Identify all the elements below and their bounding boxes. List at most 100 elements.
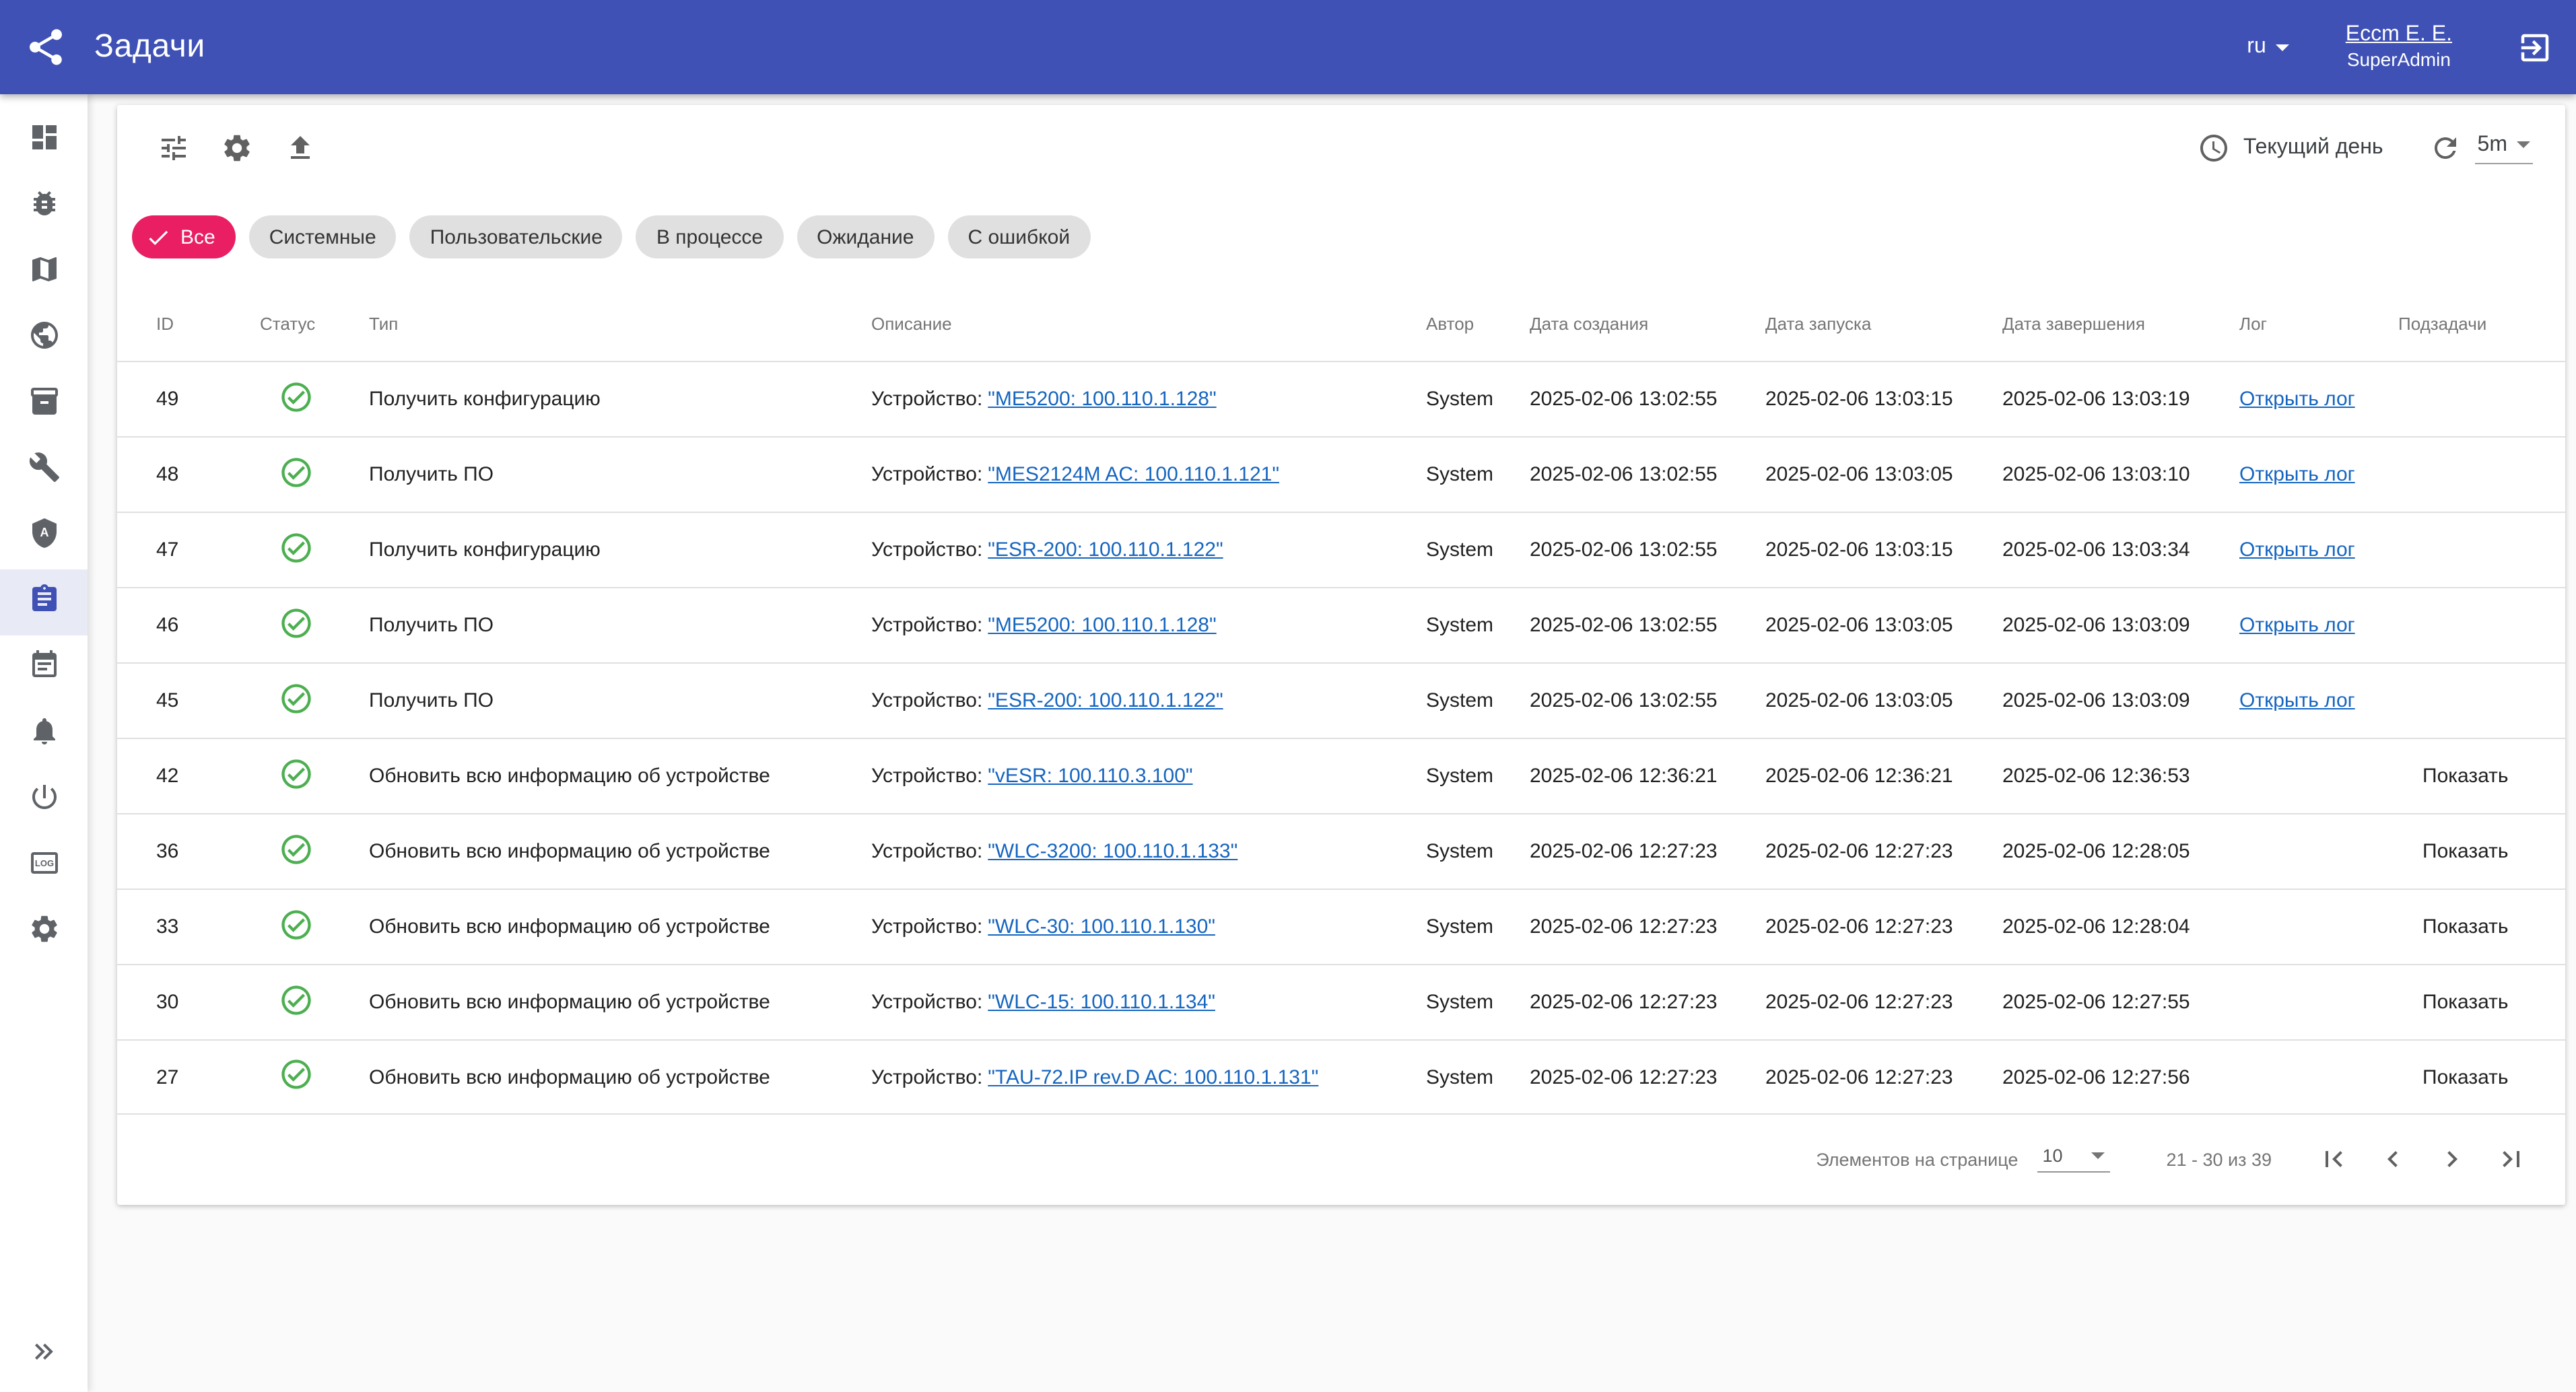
calendar-icon [28, 649, 60, 688]
show-subtasks-button[interactable]: Показать [2422, 915, 2509, 938]
show-subtasks-button[interactable]: Показать [2422, 1066, 2509, 1088]
logout-button[interactable] [2511, 24, 2557, 70]
sidebar-item-map[interactable] [0, 240, 88, 306]
task-started: 2025-02-06 13:03:05 [1765, 689, 2002, 712]
task-id: 36 [156, 840, 260, 863]
filter-chip-error[interactable]: С ошибкой [948, 215, 1091, 258]
show-subtasks-button[interactable]: Показать [2422, 991, 2509, 1014]
task-created: 2025-02-06 13:02:55 [1530, 388, 1765, 411]
task-finished: 2025-02-06 13:03:34 [2002, 538, 2239, 561]
task-started: 2025-02-06 13:03:05 [1765, 614, 2002, 637]
table-row: 48Получить ПОУстройство:"MES2124M AC: 10… [117, 436, 2565, 512]
sidebar-expand-button[interactable] [0, 1318, 88, 1384]
task-author: System [1426, 765, 1530, 788]
task-log: Открыть лог [2239, 463, 2398, 486]
task-subtasks: Показать [2398, 1066, 2525, 1088]
sidebar-item-incidents[interactable] [0, 174, 88, 240]
filter-chip-in-progress[interactable]: В процессе [636, 215, 783, 258]
table-body: 49Получить конфигурациюУстройство:"ME520… [117, 361, 2565, 1115]
sidebar-item-inventory[interactable] [0, 372, 88, 438]
task-started: 2025-02-06 12:27:23 [1765, 915, 2002, 938]
sidebar-item-notifications[interactable] [0, 701, 88, 767]
column-header: Описание [871, 313, 1426, 333]
task-description: Устройство:"vESR: 100.110.3.100" [871, 765, 1426, 788]
task-started: 2025-02-06 12:27:23 [1765, 991, 2002, 1014]
sidebar-item-scheduled-tasks[interactable] [0, 635, 88, 701]
open-log-link[interactable]: Открыть лог [2239, 689, 2355, 712]
sidebar-item-firmware[interactable]: A [0, 503, 88, 569]
device-link[interactable]: "TAU-72.IP rev.D AC: 100.110.1.131" [988, 1066, 1318, 1088]
device-link[interactable]: "vESR: 100.110.3.100" [988, 765, 1192, 788]
task-id: 45 [156, 689, 260, 712]
task-finished: 2025-02-06 12:27:56 [2002, 1066, 2239, 1088]
open-log-link[interactable]: Открыть лог [2239, 614, 2355, 637]
device-link[interactable]: "WLC-3200: 100.110.1.133" [988, 840, 1238, 863]
device-link[interactable]: "ME5200: 100.110.1.128" [988, 388, 1216, 411]
sidebar-item-tasks[interactable] [0, 569, 88, 635]
task-id: 33 [156, 915, 260, 938]
task-finished: 2025-02-06 13:03:09 [2002, 689, 2239, 712]
period-selector[interactable]: Текущий день [2243, 136, 2383, 160]
items-per-page-select[interactable]: 10 [2037, 1146, 2109, 1173]
filter-settings-button[interactable] [158, 132, 190, 164]
task-started: 2025-02-06 12:36:21 [1765, 765, 2002, 788]
task-id: 48 [156, 463, 260, 486]
upload-button[interactable] [284, 132, 316, 164]
description-prefix: Устройство: [871, 614, 982, 637]
refresh-button[interactable] [2429, 132, 2462, 164]
task-log: Открыть лог [2239, 388, 2398, 411]
column-header: Дата завершения [2002, 313, 2239, 333]
task-status [260, 1057, 369, 1097]
task-created: 2025-02-06 13:02:55 [1530, 463, 1765, 486]
previous-page-button[interactable] [2369, 1135, 2417, 1183]
success-status-icon [279, 681, 314, 716]
refresh-interval-value: 5m [2478, 133, 2507, 157]
sidebar-item-tools[interactable] [0, 438, 88, 503]
sidebar-item-power[interactable] [0, 767, 88, 833]
task-type: Получить ПО [369, 689, 871, 712]
filter-chip-all[interactable]: Все [132, 215, 236, 258]
language-selector[interactable]: ru [2247, 35, 2289, 59]
device-link[interactable]: "ESR-200: 100.110.1.122" [988, 538, 1223, 561]
table-settings-button[interactable] [221, 132, 253, 164]
show-subtasks-button[interactable]: Показать [2422, 765, 2509, 788]
task-description: Устройство: "ME5200: 100.110.1.128" [871, 614, 1426, 637]
sidebar: A LOG [0, 94, 88, 1392]
task-type: Обновить всю информацию об устройстве [369, 765, 871, 788]
next-page-button[interactable] [2428, 1135, 2476, 1183]
column-header: Лог [2239, 313, 2398, 333]
sidebar-item-network[interactable] [0, 306, 88, 372]
open-log-link[interactable]: Открыть лог [2239, 388, 2355, 411]
user-menu[interactable]: Eccm E. E. SuperAdmin [2346, 22, 2452, 73]
success-status-icon [279, 831, 314, 866]
device-link[interactable]: "WLC-15: 100.110.1.134" [988, 991, 1215, 1014]
task-status [260, 982, 369, 1022]
sidebar-item-settings[interactable] [0, 899, 88, 965]
open-log-link[interactable]: Открыть лог [2239, 463, 2355, 486]
device-link[interactable]: "WLC-30: 100.110.1.130" [988, 915, 1215, 938]
device-link[interactable]: "MES2124M AC: 100.110.1.121" [988, 463, 1279, 486]
table-row: 27Обновить всю информацию об устройствеУ… [117, 1039, 2565, 1115]
filter-chip-system[interactable]: Системные [249, 215, 397, 258]
filter-chip-label: Все [180, 225, 215, 248]
sidebar-item-log[interactable]: LOG [0, 833, 88, 899]
refresh-interval-select[interactable]: 5m [2475, 133, 2533, 164]
show-subtasks-button[interactable]: Показать [2422, 840, 2509, 863]
last-page-button[interactable] [2487, 1135, 2536, 1183]
open-log-link[interactable]: Открыть лог [2239, 538, 2355, 561]
task-created: 2025-02-06 13:02:55 [1530, 689, 1765, 712]
device-link[interactable]: "ME5200: 100.110.1.128" [988, 614, 1216, 637]
first-page-button[interactable] [2309, 1135, 2358, 1183]
filter-chip-user[interactable]: Пользовательские [410, 215, 623, 258]
task-type: Получить конфигурацию [369, 388, 871, 411]
device-link[interactable]: "ESR-200: 100.110.1.122" [988, 689, 1223, 712]
task-finished: 2025-02-06 12:27:55 [2002, 991, 2239, 1014]
task-subtasks: Показать [2398, 991, 2525, 1014]
success-status-icon [279, 379, 314, 414]
filter-chip-waiting[interactable]: Ожидание [796, 215, 934, 258]
filter-chip-label: В процессе [656, 225, 763, 248]
table-row: 42Обновить всю информацию об устройствеУ… [117, 738, 2565, 813]
task-status [260, 605, 369, 646]
sidebar-item-dashboard[interactable] [0, 108, 88, 174]
success-status-icon [279, 982, 314, 1017]
